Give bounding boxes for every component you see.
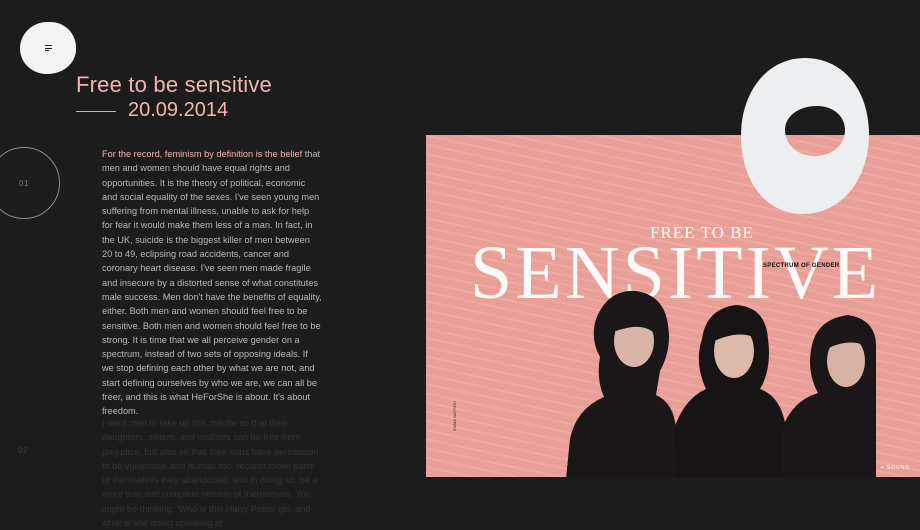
paragraph-2: I want men to take up this mantle so tha… [102,416,322,530]
paragraph-body: that men and women should have equal rig… [102,149,322,417]
poster-tag: SPECTRUM OF GENDER [763,263,840,269]
paragraph-highlight: For the record, feminism by definition i… [102,149,303,159]
date-divider [76,111,116,112]
chapter-marker-02[interactable]: 02 [0,415,58,485]
article-date: 20.09.2014 [128,99,229,121]
article-title: Free to be sensitive [76,72,272,97]
paragraph-1: For the record, feminism by definition i… [102,147,322,419]
sticker-ring-decoration [741,58,869,214]
menu-icon [44,45,52,51]
chapter-marker-01[interactable]: 01 [0,147,60,219]
menu-button[interactable] [20,22,76,74]
chapter-number: 01 [19,178,29,188]
portrait-figures [566,290,876,477]
paragraph-body: I want men to take up this mantle so tha… [102,418,319,529]
poster-corner-text: + SOUND [880,465,910,471]
chapter-number: 02 [18,445,28,455]
poster-side-text: EMMA WATSON [452,401,457,431]
